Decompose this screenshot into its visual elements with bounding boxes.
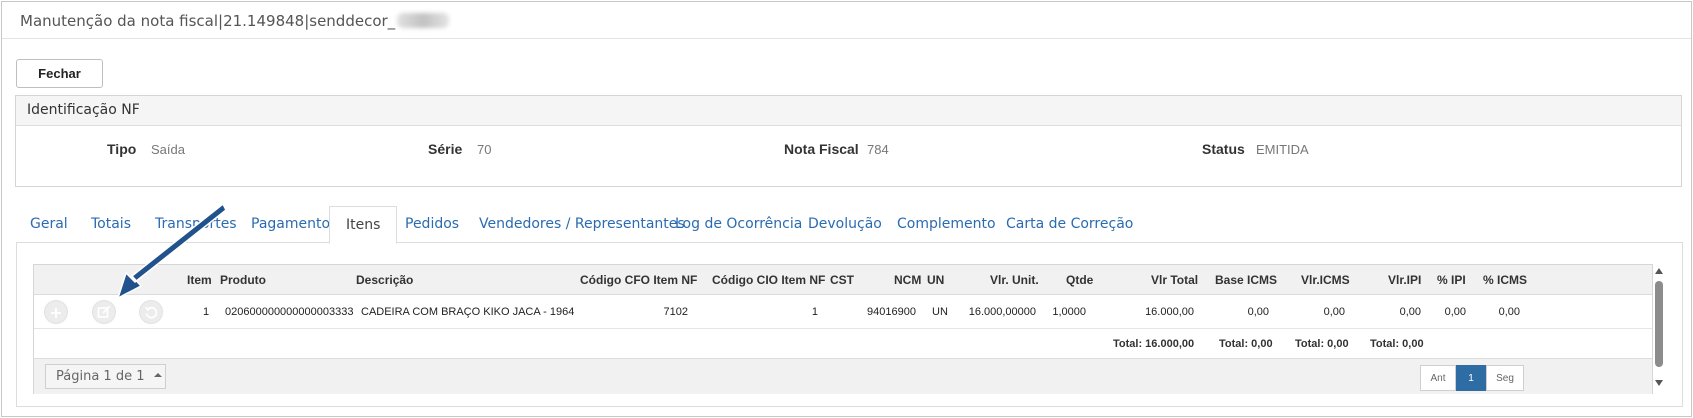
tab-totais[interactable]: Totais bbox=[91, 206, 131, 243]
col-base-icms[interactable]: Base ICMS bbox=[1215, 273, 1277, 287]
nota-fiscal-label: Nota Fiscal bbox=[784, 141, 859, 157]
window-frame: Manutenção da nota fiscal|21.149848|send… bbox=[1, 1, 1692, 417]
cell-qtde: 1,0000 bbox=[1052, 306, 1086, 318]
cell-cio: 1 bbox=[811, 306, 818, 318]
status-value: EMITIDA bbox=[1256, 142, 1309, 157]
identificacao-heading: Identificação NF bbox=[16, 96, 1681, 126]
page-selector[interactable]: Página 1 de 1 bbox=[45, 364, 166, 389]
total-base-icms: Total: 0,00 bbox=[1219, 338, 1273, 350]
cell-vlr-unit: 16.000,00000 bbox=[968, 306, 1036, 318]
page-selector-text: Página 1 de 1 bbox=[56, 369, 145, 384]
totals-row: Total: 16.000,00 Total: 0,00 Total: 0,00… bbox=[34, 329, 1652, 359]
col-cfo[interactable]: Código CFO Item NF bbox=[580, 273, 697, 287]
col-item[interactable]: Item bbox=[187, 273, 212, 287]
col-qtde[interactable]: Qtde bbox=[1066, 273, 1093, 287]
col-vlr-ipi[interactable]: Vlr.IPI bbox=[1388, 273, 1421, 287]
cell-ncm: 94016900 bbox=[867, 306, 916, 318]
cell-descricao: CADEIRA COM BRAÇO KIKO JACA - 1964 bbox=[361, 306, 575, 318]
identificacao-panel: Identificação NF Tipo Saída Série 70 Not… bbox=[15, 95, 1682, 187]
edit-row-button[interactable] bbox=[92, 300, 116, 324]
cell-produto: 020600000000000003333 bbox=[225, 306, 354, 318]
page-1-button[interactable]: 1 bbox=[1456, 365, 1486, 391]
col-ncm[interactable]: NCM bbox=[894, 273, 921, 287]
col-pct-ipi[interactable]: % IPI bbox=[1437, 273, 1466, 287]
cell-pct-ipi: 0,00 bbox=[1444, 306, 1466, 318]
tab-geral[interactable]: Geral bbox=[30, 206, 68, 243]
next-page-button[interactable]: Seg bbox=[1486, 365, 1524, 391]
grid-vertical-scrollbar[interactable] bbox=[1653, 264, 1665, 394]
undo-icon bbox=[144, 306, 158, 319]
serie-label: Série bbox=[428, 141, 463, 157]
nota-fiscal-value: 784 bbox=[867, 142, 889, 157]
status-label: Status bbox=[1202, 141, 1245, 157]
tab-log-ocorrencia[interactable]: Log de Ocorrência bbox=[675, 206, 802, 243]
add-row-button[interactable]: + bbox=[44, 300, 68, 324]
scroll-down-icon[interactable] bbox=[1655, 380, 1663, 386]
undo-row-button[interactable] bbox=[139, 300, 163, 324]
tab-transportes[interactable]: Transportes bbox=[155, 206, 237, 243]
cell-vlr-total: 16.000,00 bbox=[1145, 306, 1194, 318]
col-pct-icms[interactable]: % ICMS bbox=[1483, 273, 1527, 287]
cell-vlr-ipi: 0,00 bbox=[1399, 306, 1421, 318]
scroll-up-icon[interactable] bbox=[1655, 268, 1663, 274]
caret-up-icon bbox=[153, 373, 162, 377]
tab-pagamento[interactable]: Pagamento bbox=[251, 206, 330, 243]
tab-bar: Geral Totais Transportes Pagamento Itens… bbox=[16, 206, 1683, 244]
col-vlr-unit[interactable]: Vlr. Unit. bbox=[990, 273, 1039, 287]
col-vlr-icms[interactable]: Vlr.ICMS bbox=[1301, 273, 1350, 287]
cell-un: UN bbox=[932, 306, 948, 318]
tab-itens[interactable]: Itens bbox=[329, 206, 398, 244]
window-title-text: Manutenção da nota fiscal|21.149848|send… bbox=[20, 12, 396, 30]
table-row: + 1 020600000000000003333 CADEIRA COM BR… bbox=[34, 295, 1652, 329]
grid-footer: Página 1 de 1 Ant 1 Seg bbox=[34, 359, 1652, 394]
grid-header: Item Produto Descrição Código CFO Item N… bbox=[34, 265, 1652, 295]
serie-value: 70 bbox=[477, 142, 492, 157]
tipo-value: Saída bbox=[151, 142, 185, 157]
total-vlr-icms: Total: 0,00 bbox=[1295, 338, 1349, 350]
total-vlr-total: Total: 16.000,00 bbox=[1113, 338, 1195, 350]
col-cio[interactable]: Código CIO Item NF bbox=[712, 273, 825, 287]
tab-vendedores[interactable]: Vendedores / Representantes bbox=[479, 206, 685, 243]
cell-base-icms: 0,00 bbox=[1247, 306, 1269, 318]
scroll-thumb[interactable] bbox=[1655, 281, 1663, 367]
prev-page-button[interactable]: Ant bbox=[1420, 365, 1456, 391]
tab-complemento[interactable]: Complemento bbox=[897, 206, 996, 243]
title-bar: Manutenção da nota fiscal|21.149848|send… bbox=[2, 2, 1691, 39]
items-grid: Item Produto Descrição Código CFO Item N… bbox=[33, 264, 1653, 394]
tab-devolucao[interactable]: Devolução bbox=[808, 206, 882, 243]
col-descricao[interactable]: Descrição bbox=[356, 273, 413, 287]
cell-vlr-icms: 0,00 bbox=[1323, 306, 1345, 318]
col-vlr-total[interactable]: Vlr Total bbox=[1151, 273, 1198, 287]
col-produto[interactable]: Produto bbox=[220, 273, 266, 287]
cell-pct-icms: 0,00 bbox=[1498, 306, 1520, 318]
redacted-blur bbox=[397, 13, 450, 28]
tipo-label: Tipo bbox=[107, 141, 137, 157]
plus-icon: + bbox=[49, 302, 63, 322]
total-vlr-ipi: Total: 0,00 bbox=[1370, 338, 1424, 350]
col-un[interactable]: UN bbox=[927, 273, 944, 287]
window-title: Manutenção da nota fiscal|21.149848|send… bbox=[20, 12, 450, 30]
close-button[interactable]: Fechar bbox=[16, 59, 103, 88]
cell-cfo: 7102 bbox=[663, 306, 688, 318]
cell-item: 1 bbox=[203, 306, 210, 318]
tab-carta-correcao[interactable]: Carta de Correção bbox=[1006, 206, 1133, 243]
edit-icon bbox=[97, 305, 111, 318]
tab-pedidos[interactable]: Pedidos bbox=[405, 206, 459, 243]
col-cst[interactable]: CST bbox=[830, 273, 854, 287]
